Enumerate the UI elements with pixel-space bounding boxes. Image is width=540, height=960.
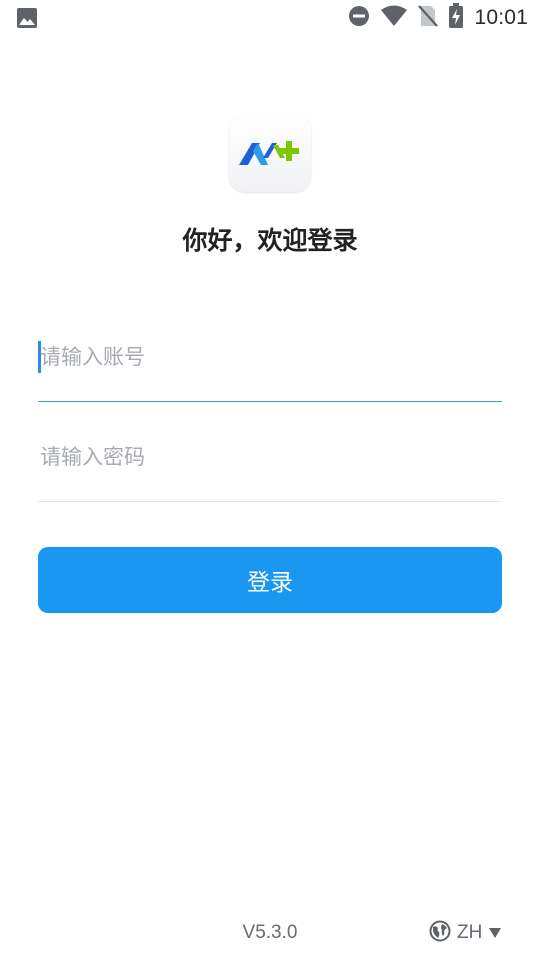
account-field bbox=[38, 339, 504, 402]
login-screen: 10:01 你好，欢迎登录 登录 V5.3.0 bbox=[0, 0, 540, 960]
globe-icon bbox=[429, 920, 451, 946]
password-input[interactable] bbox=[38, 439, 504, 475]
status-time: 10:01 bbox=[474, 6, 528, 29]
caret-down-icon bbox=[488, 924, 502, 943]
account-input[interactable] bbox=[38, 339, 504, 375]
image-notification-icon bbox=[16, 7, 38, 33]
login-button[interactable]: 登录 bbox=[38, 547, 502, 613]
version-text: V5.3.0 bbox=[242, 922, 298, 943]
no-sim-icon bbox=[418, 4, 439, 32]
status-icons: 10:01 bbox=[348, 3, 528, 33]
text-cursor bbox=[38, 341, 41, 373]
welcome-title: 你好，欢迎登录 bbox=[182, 226, 358, 255]
status-bar: 10:01 bbox=[0, 0, 540, 36]
app-logo bbox=[229, 114, 311, 192]
password-underline bbox=[38, 501, 502, 502]
wifi-icon bbox=[380, 5, 408, 31]
account-underline bbox=[38, 401, 502, 402]
battery-charging-icon bbox=[448, 3, 464, 33]
language-switcher[interactable]: ZH bbox=[429, 920, 502, 946]
language-label: ZH bbox=[457, 922, 483, 943]
password-field bbox=[38, 439, 504, 502]
app-logo-mark bbox=[239, 141, 299, 165]
do-not-disturb-icon bbox=[348, 5, 370, 31]
